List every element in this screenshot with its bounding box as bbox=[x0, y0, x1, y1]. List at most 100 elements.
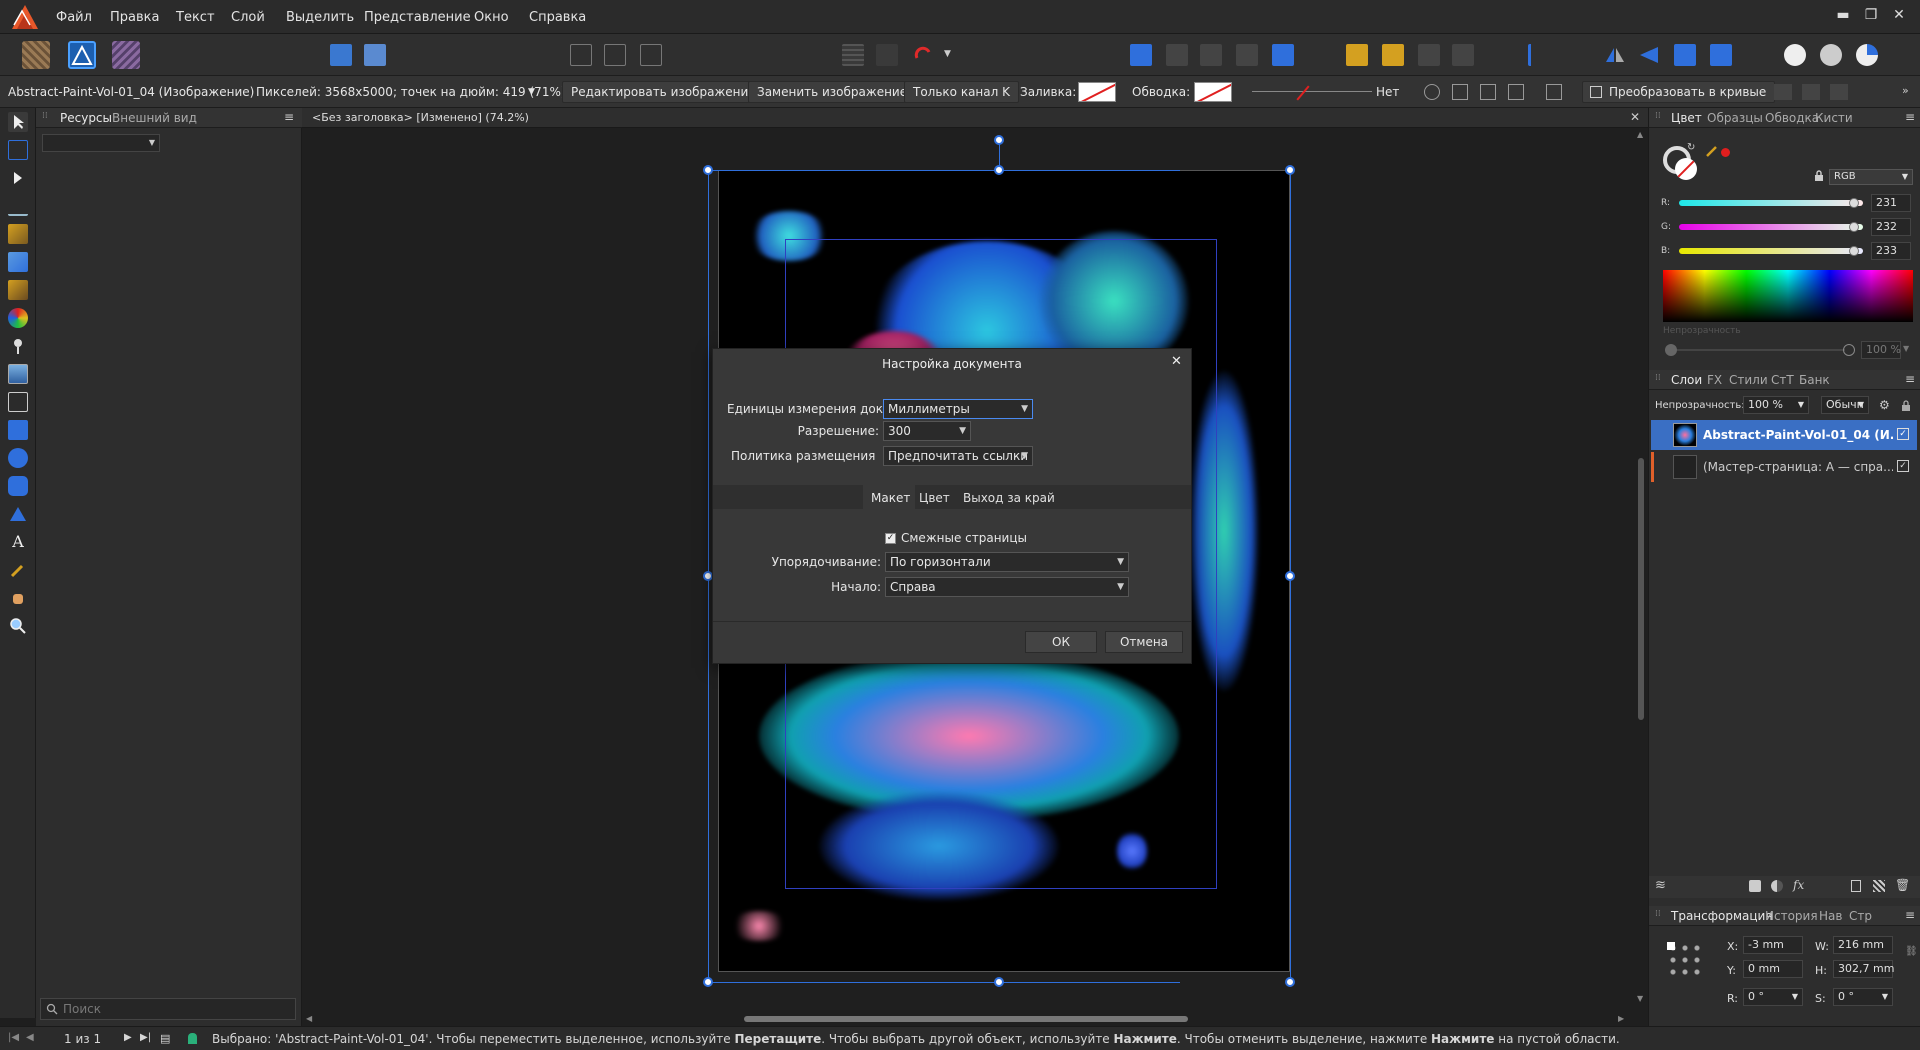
tab-appearance[interactable]: Внешний вид bbox=[112, 111, 197, 125]
tab-assets[interactable]: Ресурсы bbox=[60, 111, 112, 125]
move-tool-icon[interactable] bbox=[8, 112, 28, 132]
horizontal-scrollbar[interactable]: ◀ ▶ bbox=[302, 1014, 1632, 1024]
layer-name[interactable]: Abstract-Paint-Vol-01_04 (И... bbox=[1703, 428, 1893, 442]
rectangle-tool-icon[interactable] bbox=[8, 420, 28, 440]
move-forward-icon[interactable] bbox=[1166, 44, 1188, 66]
zoom-tool-icon[interactable] bbox=[8, 616, 28, 636]
tab-swatches[interactable]: Образцы bbox=[1707, 111, 1763, 125]
panel-menu-icon[interactable]: ≡ bbox=[1905, 110, 1915, 124]
menu-view[interactable]: Представление bbox=[364, 10, 471, 25]
flip-horizontal-icon[interactable] bbox=[1604, 44, 1626, 66]
gear-icon[interactable]: ⚙ bbox=[1879, 398, 1890, 412]
vertical-scrollbar[interactable]: ▲ ▼ bbox=[1636, 128, 1646, 1008]
menu-window[interactable]: Окно bbox=[474, 10, 509, 25]
stroke-color-circle[interactable] bbox=[1675, 158, 1697, 180]
add-page-icon[interactable] bbox=[1851, 880, 1861, 892]
share-icon[interactable] bbox=[330, 44, 352, 66]
pixels-info-dropdown-icon[interactable]: ▼ bbox=[528, 87, 535, 97]
menu-help[interactable]: Справка bbox=[529, 10, 586, 25]
rotate-right-icon[interactable] bbox=[1710, 44, 1732, 66]
more-options-icon[interactable]: » bbox=[1902, 84, 1909, 97]
rotation-handle[interactable] bbox=[994, 135, 1004, 145]
designer-persona-icon[interactable] bbox=[22, 41, 50, 69]
tab-stock[interactable]: Банк bbox=[1799, 373, 1830, 387]
move-back-icon[interactable] bbox=[1200, 44, 1222, 66]
resize-handle-top-left[interactable] bbox=[703, 165, 713, 175]
artistic-text-tool-icon[interactable]: A bbox=[8, 532, 28, 552]
pixel-layer-icon[interactable] bbox=[1873, 880, 1885, 892]
ungroup-icon[interactable] bbox=[1382, 44, 1404, 66]
rounded-rectangle-tool-icon[interactable] bbox=[8, 476, 28, 496]
units-select[interactable]: Миллиметры ▼ bbox=[883, 399, 1033, 419]
minimize-icon[interactable]: ▬ bbox=[1832, 7, 1854, 25]
menu-edit[interactable]: Правка bbox=[110, 10, 159, 25]
boolean-add-icon[interactable] bbox=[1784, 44, 1806, 66]
artboard-tool-icon[interactable] bbox=[8, 140, 28, 160]
layers-stack-icon[interactable]: ≋ bbox=[1655, 878, 1666, 893]
tab-color-panel[interactable]: Цвет bbox=[1671, 111, 1702, 125]
resize-handle-top-right[interactable] bbox=[1285, 165, 1295, 175]
move-to-front-icon[interactable] bbox=[1130, 44, 1152, 66]
panel-menu-icon[interactable]: ≡ bbox=[1905, 908, 1915, 922]
align-left-icon[interactable] bbox=[1528, 44, 1550, 66]
scroll-up-icon[interactable]: ▲ bbox=[1637, 130, 1643, 139]
pixels-info[interactable]: Пикселей: 3568x5000; точек на дюйм: 419 … bbox=[256, 85, 566, 99]
menu-select[interactable]: Выделить bbox=[286, 10, 354, 25]
grid-icon[interactable] bbox=[842, 44, 864, 66]
facing-pages-checkbox[interactable]: ✓ bbox=[885, 533, 896, 544]
snapping-magnet-icon[interactable] bbox=[912, 44, 934, 66]
g-slider-knob[interactable] bbox=[1849, 222, 1859, 232]
resolution-input[interactable]: 300 ▼ bbox=[883, 421, 971, 441]
close-window-icon[interactable]: ✕ bbox=[1888, 7, 1910, 25]
r-slider-knob[interactable] bbox=[1849, 198, 1859, 208]
lock-icon[interactable] bbox=[1901, 400, 1911, 411]
placement-policy-select[interactable]: Предпочитать ссылки ▼ bbox=[883, 446, 1033, 466]
assets-search-box[interactable]: Поиск bbox=[40, 998, 296, 1020]
cancel-button[interactable]: Отмена bbox=[1105, 631, 1183, 653]
panel-grip-icon[interactable]: ⁞⁞ bbox=[1655, 909, 1661, 919]
layer-opacity-select[interactable]: 100 % ▼ bbox=[1743, 396, 1809, 414]
fill-tool-icon[interactable] bbox=[8, 308, 28, 328]
vector-crop-tool-icon[interactable] bbox=[8, 196, 28, 216]
assets-category-select[interactable]: ▼ bbox=[42, 134, 160, 152]
flip-vertical-icon[interactable] bbox=[1638, 44, 1660, 66]
trash-icon[interactable]: 🗑 bbox=[1895, 878, 1910, 892]
start-select[interactable]: Справа ▼ bbox=[885, 577, 1129, 597]
tab-pages[interactable]: Стр bbox=[1849, 909, 1872, 923]
tab-history[interactable]: История bbox=[1765, 909, 1818, 923]
scroll-left-icon[interactable]: ◀ bbox=[306, 1014, 312, 1023]
ellipse-tool-icon[interactable] bbox=[8, 448, 28, 468]
page-indicator[interactable]: 1 из 1 bbox=[64, 1032, 101, 1046]
color-mode-select[interactable]: RGB ▼ bbox=[1829, 169, 1913, 185]
panel-grip-icon[interactable]: ⁞⁞ bbox=[1655, 111, 1661, 121]
menu-text[interactable]: Текст bbox=[176, 10, 215, 25]
anchor-point-grid[interactable] bbox=[1667, 942, 1703, 978]
pen-tool-icon[interactable] bbox=[8, 224, 28, 244]
group-icon[interactable] bbox=[1346, 44, 1368, 66]
r-slider-track[interactable] bbox=[1679, 200, 1863, 206]
menu-layer[interactable]: Слой bbox=[231, 10, 265, 25]
tab-fx[interactable]: FX bbox=[1707, 373, 1722, 387]
y-input[interactable]: 0 mm bbox=[1743, 960, 1803, 978]
boolean-subtract-icon[interactable] bbox=[1820, 44, 1842, 66]
snapping-dropdown-icon[interactable]: ▼ bbox=[944, 49, 951, 59]
restore-icon[interactable]: ❐ bbox=[1860, 7, 1882, 25]
menu-file[interactable]: Файл bbox=[56, 10, 92, 25]
crop-tool-icon[interactable] bbox=[8, 392, 28, 412]
opacity-slider-track[interactable] bbox=[1677, 349, 1845, 351]
opacity-slider-knob[interactable] bbox=[1843, 344, 1855, 356]
view-mode-normal-icon[interactable] bbox=[570, 44, 592, 66]
tab-navigator[interactable]: Нав bbox=[1819, 909, 1842, 923]
move-to-back-icon[interactable] bbox=[1236, 44, 1258, 66]
document-tab-title[interactable]: <Без заголовка> [Изменено] (74.2%) bbox=[312, 111, 529, 124]
g-value[interactable]: 232 bbox=[1871, 218, 1911, 236]
tab-styles[interactable]: Стили bbox=[1729, 373, 1768, 387]
view-mode-bleed-icon[interactable] bbox=[604, 44, 626, 66]
node-tool-icon[interactable] bbox=[8, 168, 28, 188]
layer-visibility-checkbox[interactable]: ✓ bbox=[1897, 428, 1909, 440]
panel-menu-icon[interactable]: ≡ bbox=[1905, 372, 1915, 386]
resize-handle-right[interactable] bbox=[1285, 571, 1295, 581]
tab-stroke[interactable]: Обводка bbox=[1765, 111, 1819, 125]
search-input[interactable]: Поиск bbox=[63, 1002, 101, 1016]
panel-grip-icon[interactable]: ⁞⁞ bbox=[1655, 373, 1661, 383]
